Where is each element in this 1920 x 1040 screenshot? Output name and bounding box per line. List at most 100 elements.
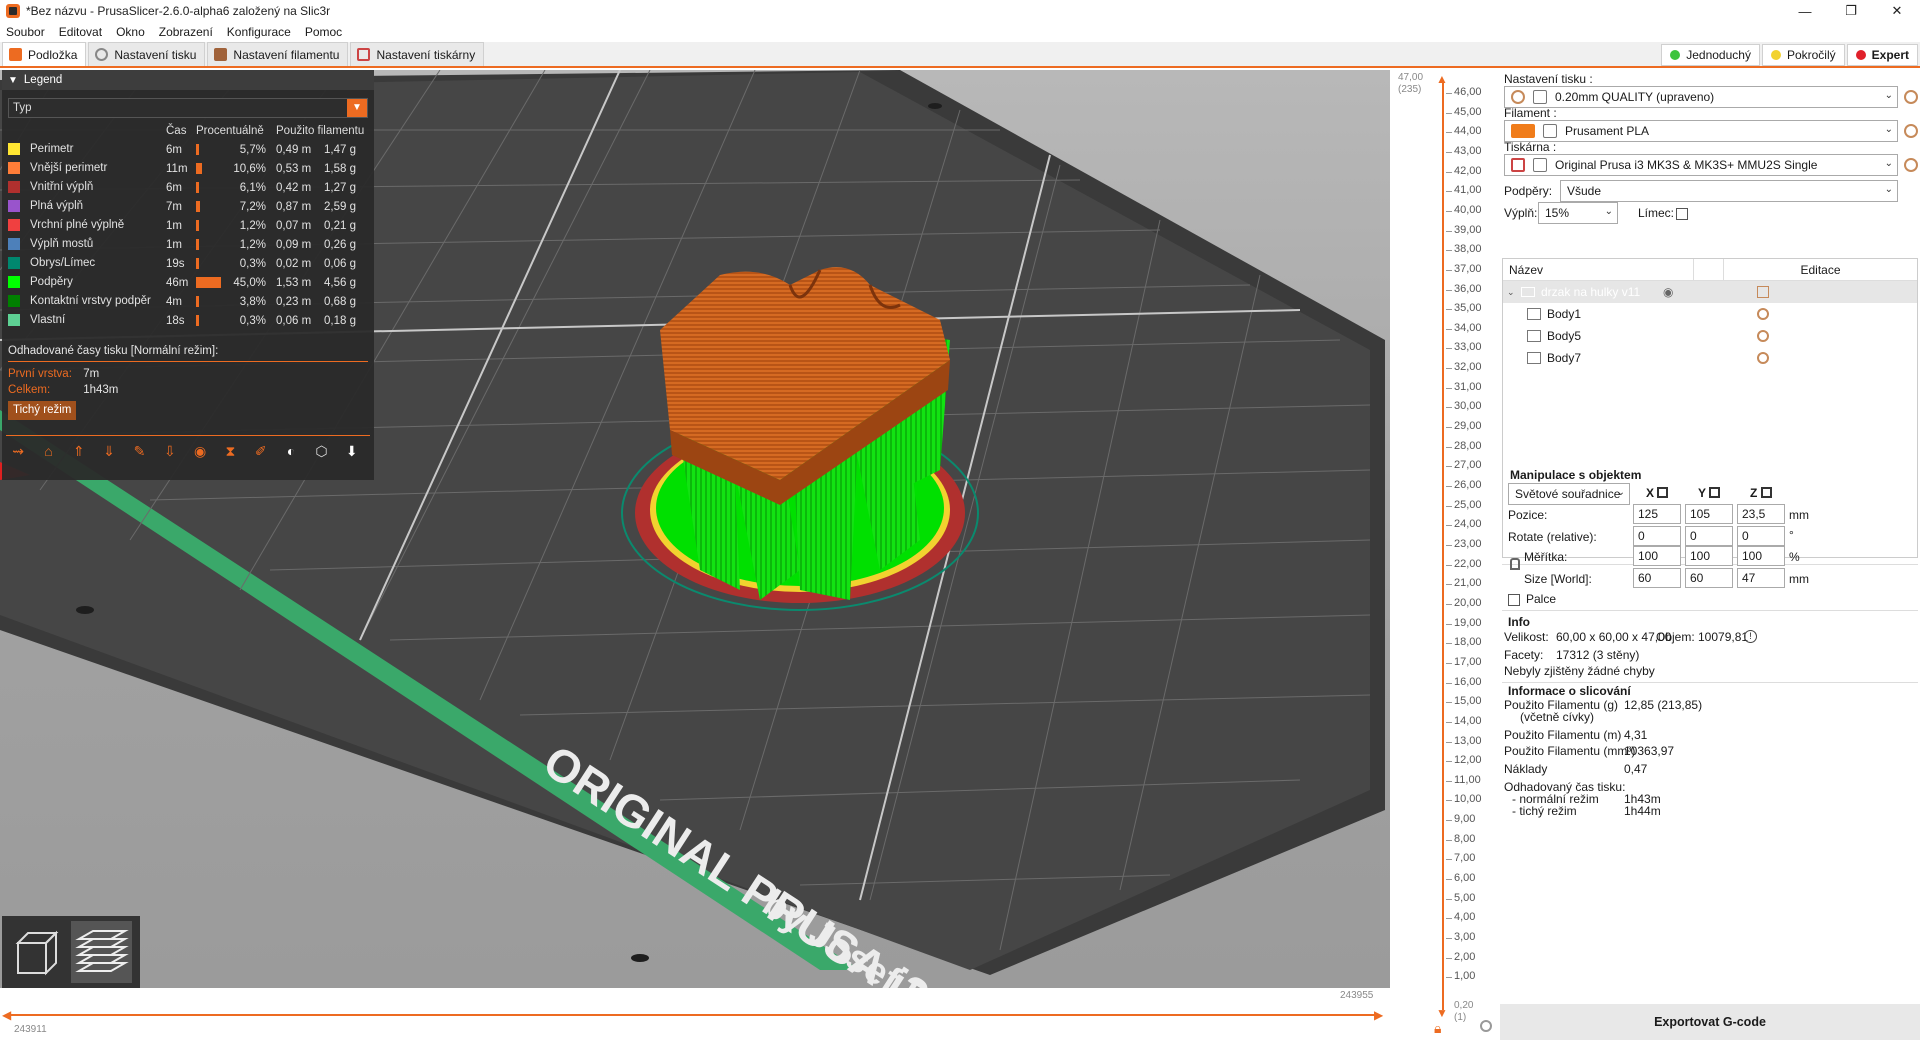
legend-row[interactable]: Vrchní plné výplně 1m 1,2% 0,07 m 0,21 g	[8, 216, 364, 235]
mode-advanced[interactable]: Pokročilý	[1761, 44, 1845, 66]
view-mode-toggles	[2, 916, 140, 988]
menu-configuration[interactable]: Konfigurace	[227, 25, 291, 39]
menu-window[interactable]: Okno	[116, 25, 145, 39]
minimize-button[interactable]: —	[1782, 0, 1828, 22]
legend-row[interactable]: Perimetr 6m 5,7% 0,49 m 1,47 g	[8, 140, 364, 159]
custom-gcode-icon[interactable]: ✐	[249, 440, 273, 462]
3d-view-toggle[interactable]	[6, 921, 67, 983]
drop-to-axis-x-icon[interactable]	[1657, 487, 1668, 498]
view-type-select[interactable]: Typ ▼	[8, 98, 368, 118]
brim-checkbox[interactable]	[1676, 208, 1688, 220]
tab-filament-settings[interactable]: Nastavení filamentu	[207, 42, 349, 66]
legend-header[interactable]: ▼ Legend	[2, 70, 374, 90]
close-button[interactable]: ✕	[1874, 0, 1920, 22]
drop-to-axis-y-icon[interactable]	[1709, 487, 1720, 498]
tab-plater[interactable]: Podložka	[2, 42, 87, 66]
tab-print-settings[interactable]: Nastavení tisku	[88, 42, 206, 66]
scale-z-input[interactable]: 100	[1737, 546, 1785, 566]
maximize-button[interactable]: ❐	[1828, 0, 1874, 22]
sliced-model[interactable]	[621, 267, 979, 611]
legend-row[interactable]: Vnější perimetr 11m 10,6% 0,53 m 1,58 g	[8, 159, 364, 178]
legend-row[interactable]: Vlastní 18s 0,3% 0,06 m 0,18 g	[8, 311, 364, 330]
deretraction-icon[interactable]: ⇓	[97, 440, 121, 462]
seam-icon[interactable]: ✎	[127, 440, 151, 462]
layer-slider-track[interactable]	[1442, 80, 1444, 1010]
object-settings-icon[interactable]	[1757, 286, 1769, 298]
mode-expert[interactable]: Expert	[1846, 44, 1918, 66]
print-preset-select[interactable]: 0.20mm QUALITY (upraveno) ⌄	[1504, 86, 1898, 108]
legend-row[interactable]: Výplň mostů 1m 1,2% 0,09 m 0,26 g	[8, 235, 364, 254]
size-z-input[interactable]: 47	[1737, 568, 1785, 588]
filament-color-swatch[interactable]	[1511, 124, 1535, 138]
position-x-input[interactable]: 125	[1633, 504, 1681, 524]
slider-track[interactable]	[8, 1014, 1378, 1016]
rotation-y-input[interactable]: 0	[1685, 526, 1733, 546]
wipe-icon[interactable]: ⌂	[36, 440, 60, 462]
volume-settings-icon[interactable]	[1757, 308, 1769, 320]
expand-triangle-icon[interactable]: ⌄	[1507, 287, 1521, 298]
volume-settings-icon[interactable]	[1757, 352, 1769, 364]
legend-row[interactable]: Kontaktní vrstvy podpěr 4m 3,8% 0,23 m 0,68 …	[8, 292, 364, 311]
filament-settings-gear-icon[interactable]	[1904, 124, 1918, 138]
preview-toggle[interactable]	[71, 921, 132, 983]
scale-x-input[interactable]: 100	[1633, 546, 1681, 566]
tool-marker-icon[interactable]: ⬇	[340, 440, 364, 462]
info-volume-label: Objem:	[1656, 630, 1695, 644]
legend-row[interactable]: Obrys/Límec 19s 0,3% 0,02 m 0,06 g	[8, 254, 364, 273]
volume-row[interactable]: Body5	[1503, 325, 1917, 347]
printer-preset-select[interactable]: Original Prusa i3 MK3S & MK3S+ MMU2S Sin…	[1504, 154, 1898, 176]
menu-file[interactable]: Soubor	[6, 25, 45, 39]
silent-mode-button[interactable]: Tichý režim	[8, 401, 77, 420]
vertical-layer-slider[interactable]: 47,00 (235) ▲ ▼ 46,00 45,00 44,00 43,00 42,0…	[1390, 70, 1500, 1040]
travel-icon[interactable]: ⇝	[6, 440, 30, 462]
settings-cog-icon[interactable]	[1480, 1020, 1492, 1032]
volume-row[interactable]: Body1	[1503, 303, 1917, 325]
volume-settings-icon[interactable]	[1757, 330, 1769, 342]
supports-select[interactable]: Všude ⌄	[1560, 180, 1898, 202]
printer-settings-gear-icon[interactable]	[1904, 158, 1918, 172]
retraction-icon[interactable]: ⇑	[67, 440, 91, 462]
object-row[interactable]: ⌄ drzak na hulky v11 ◉	[1503, 281, 1917, 303]
filament-preset-select[interactable]: Prusament PLA ⌄	[1504, 120, 1898, 142]
drop-to-axis-z-icon[interactable]	[1761, 487, 1772, 498]
volume-row[interactable]: Body7	[1503, 347, 1917, 369]
lock-scale-icon[interactable]	[1510, 558, 1520, 570]
inches-checkbox[interactable]	[1508, 594, 1520, 606]
layer-tick-mark	[1446, 898, 1452, 900]
info-icon[interactable]: !	[1744, 630, 1757, 643]
center-of-gravity-icon[interactable]: ◐	[279, 440, 303, 462]
size-x-input[interactable]: 60	[1633, 568, 1681, 588]
menu-help[interactable]: Pomoc	[305, 25, 342, 39]
scale-y-input[interactable]: 100	[1685, 546, 1733, 566]
pause-icon[interactable]: ⧗	[218, 440, 242, 462]
legend-row[interactable]: Podpěry 46m 45,0% 1,53 m 4,56 g	[8, 273, 364, 292]
slider-left-thumb-icon[interactable]: ◀	[2, 1008, 11, 1022]
color-change-icon[interactable]: ◉	[188, 440, 212, 462]
collapse-triangle-icon[interactable]: ▼	[8, 75, 18, 86]
lock-icon[interactable]: 🔒︎	[1434, 1020, 1441, 1037]
position-y-input[interactable]: 105	[1685, 504, 1733, 524]
tab-printer-settings[interactable]: Nastavení tiskárny	[350, 42, 485, 66]
chevron-down-icon[interactable]: ▼	[347, 99, 367, 117]
menu-bar: Soubor Editovat Okno Zobrazení Konfigura…	[0, 22, 1920, 42]
eye-icon[interactable]: ◉	[1663, 285, 1673, 299]
menu-edit[interactable]: Editovat	[59, 25, 102, 39]
legend-row[interactable]: Plná výplň 7m 7,2% 0,87 m 2,59 g	[8, 197, 364, 216]
size-y-input[interactable]: 60	[1685, 568, 1733, 588]
rotation-z-input[interactable]: 0	[1737, 526, 1785, 546]
slider-right-thumb-icon[interactable]: ▶	[1374, 1008, 1383, 1022]
shells-icon[interactable]: ⬡	[309, 440, 333, 462]
menu-view[interactable]: Zobrazení	[159, 25, 213, 39]
infill-select[interactable]: 15% ⌄	[1538, 202, 1618, 224]
slider-bottom-thumb-icon[interactable]: ▼	[1436, 1006, 1448, 1020]
print-settings-gear-icon[interactable]	[1904, 90, 1918, 104]
export-gcode-button[interactable]: Exportovat G-code	[1500, 1004, 1920, 1040]
horizontal-move-slider[interactable]: 243955 ◀ ▶ 243911	[0, 988, 1390, 1040]
coordinate-system-select[interactable]: Světové souřadnice ⌄	[1508, 483, 1630, 505]
mode-simple[interactable]: Jednoduchý	[1661, 44, 1760, 66]
rotation-x-input[interactable]: 0	[1633, 526, 1681, 546]
legend-row[interactable]: Vnitřní výplň 6m 6,1% 0,42 m 1,27 g	[8, 178, 364, 197]
tool-change-icon[interactable]: ⇩	[158, 440, 182, 462]
slider-top-thumb-icon[interactable]: ▲	[1436, 72, 1448, 86]
position-z-input[interactable]: 23,5	[1737, 504, 1785, 524]
